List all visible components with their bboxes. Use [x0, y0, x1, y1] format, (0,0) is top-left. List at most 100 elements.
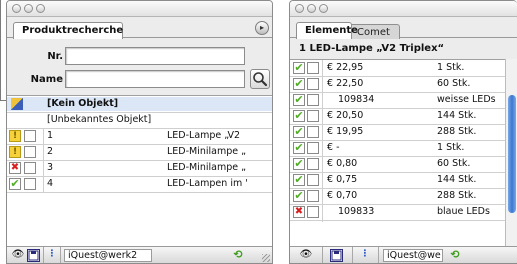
zoom-window-button[interactable]: [319, 4, 328, 13]
row-divider: [290, 220, 517, 221]
checkmark-icon: ✔: [9, 177, 21, 190]
table-row[interactable]: ✔ € - 1 Stk.: [290, 141, 517, 155]
table-row[interactable]: ✔ 109834 weisse LEDs: [290, 93, 517, 107]
row-checkbox[interactable]: [307, 142, 319, 154]
table-row[interactable]: ✔ € 19,95 288 Stk.: [290, 125, 517, 139]
row-checkbox[interactable]: [24, 178, 36, 190]
row-checkbox[interactable]: [307, 206, 319, 218]
row-checkbox[interactable]: [24, 130, 36, 142]
checkmark-icon: ✔: [293, 61, 305, 74]
row-quantity: 288 Stk.: [437, 126, 477, 137]
table-row[interactable]: ✔ 4 LED-Lampen im ': [7, 177, 272, 191]
close-window-button[interactable]: [295, 4, 304, 13]
list-item-label: [Kein Objekt]: [47, 98, 119, 109]
row-quantity: 1 Stk.: [437, 142, 465, 153]
row-checkbox[interactable]: [307, 62, 319, 74]
table-row[interactable]: ! 1 LED-Lampe „V2: [7, 129, 272, 143]
table-row[interactable]: ✔ € 0,70 288 Stk.: [290, 189, 517, 203]
name-label: Name: [30, 74, 63, 85]
preview-eye-icon[interactable]: 👁: [298, 249, 314, 262]
error-icon: ✖: [293, 206, 305, 218]
name-input[interactable]: [65, 70, 245, 88]
row-quantity: blaue LEDs: [437, 206, 490, 217]
row-quantity: 60 Stk.: [437, 78, 471, 89]
row-name: LED-Minilampe „: [167, 146, 247, 157]
row-divider: [7, 192, 272, 193]
row-quantity: 288 Stk.: [437, 190, 477, 201]
row-quantity: 60 Stk.: [437, 158, 471, 169]
tab-produktrecherche[interactable]: Produktrecherche: [13, 22, 123, 39]
row-name: LED-Lampe „V2: [167, 130, 241, 141]
row-checkbox[interactable]: [307, 158, 319, 170]
tab-elemente[interactable]: Elemente: [296, 22, 358, 39]
refresh-icon[interactable]: ⟲: [231, 249, 245, 262]
refresh-icon[interactable]: ⟲: [448, 249, 462, 262]
toolbar-divider: [378, 247, 379, 263]
row-id: 4: [47, 178, 54, 189]
row-checkbox[interactable]: [24, 146, 36, 158]
row-id: 1: [47, 130, 54, 141]
toolbar-divider: [60, 247, 61, 263]
titlebar[interactable]: [290, 1, 517, 17]
row-quantity: 1 Stk.: [437, 62, 465, 73]
table-row[interactable]: ✔ € 0,80 60 Stk.: [290, 157, 517, 171]
row-checkbox[interactable]: [307, 174, 319, 186]
table-row[interactable]: ! 2 LED-Minilampe „: [7, 145, 272, 159]
row-checkbox[interactable]: [307, 94, 319, 106]
checkmark-icon: ✔: [293, 173, 305, 186]
preview-eye-icon[interactable]: 👁: [10, 249, 26, 262]
zoom-window-button[interactable]: [36, 4, 45, 13]
toolbar-divider: [322, 247, 323, 263]
search-results-list: [Kein Objekt] [Unbekanntes Objekt] ! 1 L…: [7, 95, 272, 246]
minimize-window-button[interactable]: [24, 4, 33, 13]
bottom-toolbar: 👁 ⋮ iQuest@werk2 ⟲: [7, 246, 272, 263]
palette-menu-button[interactable]: ▸: [255, 21, 269, 35]
close-window-button[interactable]: [12, 4, 21, 13]
titlebar[interactable]: [7, 1, 272, 17]
table-row[interactable]: ✔ € 20,50 144 Stk.: [290, 109, 517, 123]
server-selector[interactable]: iQuest@we: [383, 249, 443, 262]
row-checkbox[interactable]: [24, 162, 36, 174]
warning-icon: !: [9, 130, 21, 142]
search-button[interactable]: [250, 69, 270, 89]
scrollbar-thumb[interactable]: [508, 95, 516, 213]
column-divider: [43, 129, 44, 193]
scrollbar[interactable]: [505, 59, 517, 246]
info-icon[interactable]: ⋮: [360, 249, 370, 262]
row-name: LED-Lampen im ': [167, 178, 248, 189]
table-row[interactable]: ✔ € 0,75 144 Stk.: [290, 173, 517, 187]
checkmark-icon: ✔: [293, 77, 305, 90]
row-checkbox[interactable]: [307, 110, 319, 122]
save-icon[interactable]: [330, 249, 343, 262]
save-icon[interactable]: [27, 249, 40, 262]
product-search-palette: Produktrecherche ▸ Nr. Name [Kein Objekt…: [6, 0, 273, 264]
row-name: LED-Minilampe „: [167, 162, 247, 173]
warning-icon: !: [9, 146, 21, 158]
error-icon: ✖: [9, 162, 21, 174]
table-row[interactable]: ✔ € 22,95 1 Stk.: [290, 61, 517, 75]
list-item[interactable]: [Unbekanntes Objekt]: [7, 113, 272, 127]
row-checkbox[interactable]: [307, 126, 319, 138]
table-row[interactable]: ✔ € 22,50 60 Stk.: [290, 77, 517, 91]
server-selector[interactable]: iQuest@werk2: [64, 249, 152, 262]
row-price: € 22,95: [327, 62, 364, 73]
info-icon[interactable]: ⋮: [47, 249, 57, 262]
column-divider: [322, 60, 323, 222]
checkmark-icon: ✔: [293, 125, 305, 138]
nr-input[interactable]: [65, 47, 245, 65]
elements-palette: Elemente Comet 1 LED-Lampe „V2 Triplex“ …: [289, 0, 517, 264]
row-checkbox[interactable]: [307, 78, 319, 90]
element-title: 1 LED-Lampe „V2 Triplex“: [299, 43, 445, 54]
table-row[interactable]: ✖ 109833 blaue LEDs: [290, 205, 517, 219]
checkmark-icon: ✔: [293, 93, 305, 106]
floppy-icon: [331, 250, 342, 261]
row-checkbox[interactable]: [307, 190, 319, 202]
resize-grip-icon[interactable]: [262, 254, 270, 262]
row-price: € 0,80: [327, 158, 358, 169]
table-row[interactable]: ✖ 3 LED-Minilampe „: [7, 161, 272, 175]
row-price: € 0,75: [327, 174, 358, 185]
row-price: € 0,70: [327, 190, 358, 201]
list-item[interactable]: [Kein Objekt]: [7, 97, 272, 111]
minimize-window-button[interactable]: [307, 4, 316, 13]
row-price: € -: [327, 142, 340, 153]
